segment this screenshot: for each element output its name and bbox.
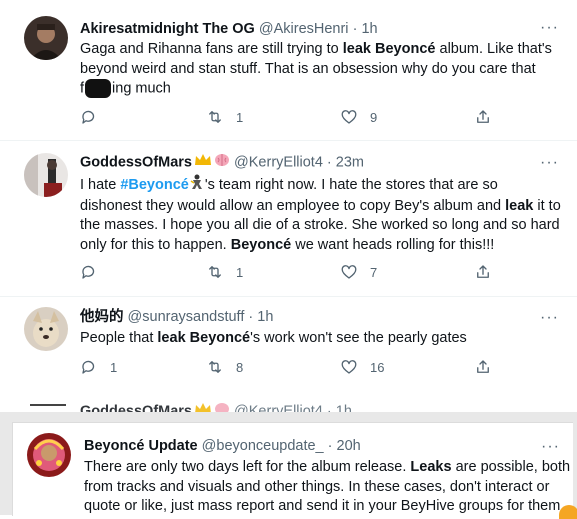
- retweet-count: 1: [236, 109, 244, 125]
- like-icon[interactable]: [340, 263, 358, 281]
- more-options-icon[interactable]: ···: [540, 310, 559, 326]
- tweet-text: Gaga and Rihanna fans are still trying t…: [80, 41, 552, 98]
- avatar[interactable]: [24, 16, 68, 60]
- tweet-actions: 1 7: [80, 263, 500, 283]
- tweet-2[interactable]: GoddessOfMars @KerryElliot4 · 23m ··· I …: [0, 141, 577, 296]
- brain-icon: [214, 153, 230, 172]
- separator-dot: ·: [248, 309, 254, 325]
- reply-icon[interactable]: [80, 263, 98, 281]
- more-options-icon[interactable]: ···: [541, 439, 560, 455]
- tweet-1[interactable]: Akiresatmidnight The OG @AkiresHenri · 1…: [0, 0, 577, 140]
- retweet-count: 1: [236, 264, 244, 280]
- hashtag-link[interactable]: #Beyoncé: [120, 177, 189, 193]
- crown-icon: [194, 153, 212, 172]
- overlay-card: Beyoncé Update @beyonceupdate_ · 20h ···…: [0, 412, 577, 519]
- display-name[interactable]: 他妈的: [80, 309, 124, 325]
- tweet-actions: 1 8 16: [80, 358, 500, 378]
- avatar[interactable]: [27, 433, 71, 477]
- tweet-3[interactable]: 他妈的 @sunraysandstuff · 1h ··· People tha…: [0, 297, 577, 392]
- tweet-text: People that leak Beyoncé's work won't se…: [80, 330, 467, 346]
- like-count: 9: [370, 109, 378, 125]
- censor-blot-icon: [85, 79, 112, 98]
- separator-dot: ·: [327, 438, 333, 454]
- timestamp[interactable]: 1h: [361, 21, 377, 37]
- tweet-text: I hate #Beyoncé 's team right now. I hat…: [80, 174, 561, 255]
- display-name[interactable]: Beyoncé Update: [84, 438, 198, 454]
- timestamp[interactable]: 1h: [257, 309, 273, 325]
- user-handle[interactable]: @KerryElliot4: [234, 403, 323, 412]
- share-icon[interactable]: [474, 263, 492, 281]
- tweet-actions: 1 9: [80, 108, 500, 128]
- separator-dot: ·: [352, 21, 358, 37]
- user-handle[interactable]: @KerryElliot4: [234, 154, 323, 170]
- reply-icon[interactable]: [80, 358, 98, 376]
- cursor-blob-icon: [559, 505, 577, 519]
- retweet-count: 8: [236, 359, 244, 375]
- reply-icon[interactable]: [80, 108, 98, 126]
- more-options-icon[interactable]: ···: [540, 155, 559, 171]
- display-name[interactable]: Akiresatmidnight The OG: [80, 21, 255, 37]
- share-icon[interactable]: [474, 358, 492, 376]
- hashtag-emoji-icon: [190, 174, 204, 197]
- retweet-icon[interactable]: [206, 358, 224, 376]
- display-name[interactable]: GoddessOfMars: [80, 403, 192, 412]
- user-handle[interactable]: @AkiresHenri: [259, 21, 349, 37]
- avatar[interactable]: [24, 153, 68, 197]
- retweet-icon[interactable]: [206, 108, 224, 126]
- user-handle[interactable]: @beyonceupdate_: [202, 438, 324, 454]
- timestamp[interactable]: 20h: [337, 438, 361, 454]
- like-icon[interactable]: [340, 108, 358, 126]
- avatar[interactable]: [24, 307, 68, 351]
- like-count: 7: [370, 264, 378, 280]
- display-name[interactable]: GoddessOfMars: [80, 154, 192, 170]
- separator-dot: ·: [326, 154, 332, 171]
- brain-icon: [214, 402, 230, 412]
- separator-dot: ·: [326, 403, 332, 412]
- tweet-4-partial[interactable]: GoddessOfMars @KerryElliot4 · 1h: [0, 392, 577, 412]
- avatar: [30, 404, 66, 412]
- timestamp[interactable]: 1h: [336, 403, 352, 412]
- more-options-icon[interactable]: ···: [540, 20, 559, 36]
- retweet-icon[interactable]: [206, 263, 224, 281]
- like-icon[interactable]: [340, 358, 358, 376]
- user-handle[interactable]: @sunraysandstuff: [128, 309, 245, 325]
- reply-count: 1: [110, 359, 118, 375]
- crown-icon: [194, 402, 212, 412]
- tweet-5[interactable]: Beyoncé Update @beyonceupdate_ · 20h ···…: [12, 422, 577, 519]
- timestamp[interactable]: 23m: [336, 154, 364, 170]
- share-icon[interactable]: [474, 108, 492, 126]
- tweet-text: There are only two days left for the alb…: [84, 459, 571, 514]
- like-count: 16: [370, 359, 385, 375]
